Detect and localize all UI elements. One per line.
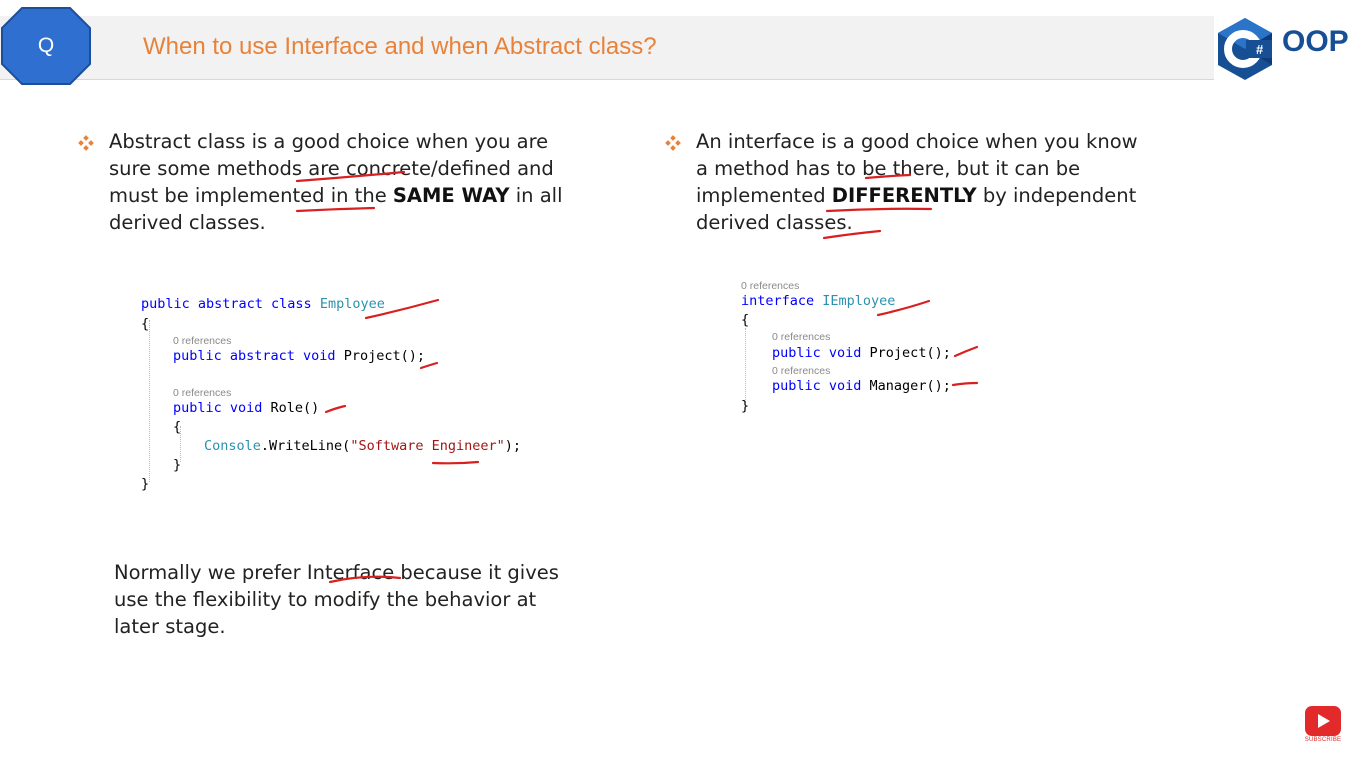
- codelens-references: 0 references: [173, 387, 232, 399]
- code-line: interface IEmployee: [741, 293, 896, 309]
- page-title: When to use Interface and when Abstract …: [143, 33, 657, 60]
- question-badge: Q: [0, 6, 92, 86]
- indent-guide: [745, 328, 746, 402]
- abstract-class-paragraph: Abstract class is a good choice when you…: [109, 128, 579, 236]
- indent-guide: [149, 320, 150, 482]
- codelens-references: 0 references: [741, 280, 800, 292]
- codelens-references: 0 references: [772, 331, 831, 343]
- code-line: Console.WriteLine("Software Engineer");: [204, 438, 522, 454]
- diamond-bullet-icon: [665, 135, 681, 151]
- interface-code: 0 references interface IEmployee { 0 ref…: [741, 280, 1041, 420]
- code-line: }: [173, 457, 182, 473]
- abstract-class-code: public abstract class Employee { 0 refer…: [141, 296, 561, 496]
- code-line: {: [173, 419, 182, 435]
- differently-emphasis: DIFFERENTLY: [831, 184, 977, 207]
- code-line: {: [141, 316, 150, 332]
- badge-letter: Q: [37, 34, 55, 57]
- code-line: }: [741, 398, 750, 414]
- subscribe-label: SUBSCRIBE: [1304, 737, 1342, 743]
- play-icon: [1318, 714, 1330, 728]
- diamond-bullet-icon: [78, 135, 94, 151]
- code-line: public void Manager();: [772, 378, 951, 394]
- code-line: public void Project();: [772, 345, 951, 361]
- code-line: }: [141, 476, 150, 492]
- codelens-references: 0 references: [173, 335, 232, 347]
- same-way-emphasis: SAME WAY: [392, 184, 510, 207]
- logo-text: OOP: [1282, 25, 1349, 58]
- code-line: public abstract class Employee: [141, 296, 385, 312]
- code-line: public abstract void Project();: [173, 348, 425, 364]
- codelens-references: 0 references: [772, 365, 831, 377]
- code-line: {: [741, 312, 750, 328]
- conclusion-paragraph: Normally we prefer Interface because it …: [114, 561, 559, 638]
- interface-paragraph: An interface is a good choice when you k…: [696, 128, 1146, 236]
- youtube-button[interactable]: [1305, 706, 1341, 736]
- code-line: public void Role(): [173, 400, 320, 416]
- svg-text:#: #: [1256, 42, 1264, 57]
- subscribe-button[interactable]: SUBSCRIBE: [1302, 705, 1342, 745]
